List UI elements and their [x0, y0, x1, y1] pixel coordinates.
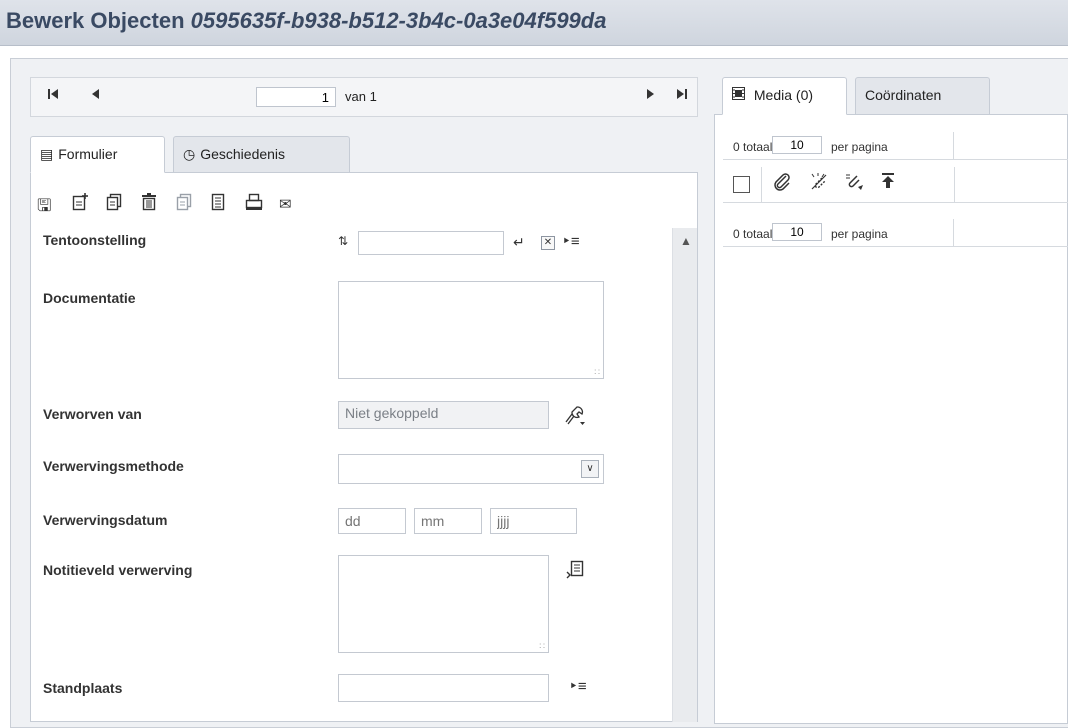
- scroll-up-icon[interactable]: ▲: [680, 234, 692, 248]
- upload-icon[interactable]: [881, 173, 895, 194]
- next-page-icon[interactable]: [645, 87, 655, 104]
- email-icon[interactable]: ✉: [279, 195, 292, 213]
- date-day-input[interactable]: [338, 508, 406, 534]
- sort-icon[interactable]: ⇅: [338, 234, 348, 248]
- clear-icon[interactable]: ✕: [541, 236, 555, 250]
- documentation-label: Documentatie: [43, 290, 136, 306]
- detach-icon[interactable]: [809, 173, 829, 196]
- delete-icon[interactable]: [141, 193, 157, 216]
- acquisition-note-textarea[interactable]: ∷: [338, 555, 549, 653]
- copy-record-icon[interactable]: [106, 193, 122, 216]
- media-pager-top: 0 totaal per pagina: [723, 132, 1068, 160]
- tab-media[interactable]: Media (0): [722, 77, 847, 115]
- exhibition-label: Tentoonstelling: [43, 232, 147, 248]
- chevron-down-icon[interactable]: ∨: [581, 460, 599, 478]
- print-icon[interactable]: [245, 193, 263, 216]
- record-id: 0595635f-b938-b512-3b4c-0a3e04f599da: [190, 8, 607, 33]
- form-icon: ▤: [40, 146, 54, 162]
- film-icon: [732, 87, 749, 103]
- record-navigator: van 1: [30, 77, 698, 117]
- media-panel: [714, 114, 1068, 724]
- acquired-from-label: Verworven van: [43, 406, 142, 422]
- paste-icon: [176, 193, 192, 216]
- acquired-from-value: Niet gekoppeld: [345, 405, 439, 421]
- per-page-label: per pagina: [831, 140, 888, 154]
- form-scrollbar[interactable]: ▲: [672, 228, 697, 722]
- title-bar: Bewerk Objecten 0595635f-b938-b512-3b4c-…: [0, 0, 1068, 46]
- resize-grip-icon[interactable]: ∷: [594, 368, 600, 377]
- save-icon[interactable]: 🖫: [37, 193, 51, 222]
- page-title-prefix: Bewerk Objecten: [6, 8, 185, 33]
- first-page-icon[interactable]: [47, 87, 59, 104]
- tab-formulier[interactable]: ▤ Formulier: [30, 136, 165, 173]
- acquisition-date-label: Verwervingsdatum: [43, 512, 168, 528]
- edit-link-icon[interactable]: [563, 405, 585, 432]
- per-page-label-bottom: per pagina: [831, 227, 888, 241]
- tab-coordinaten-label: Coördinaten: [865, 87, 942, 103]
- page-number-input[interactable]: [256, 87, 336, 107]
- media-total-bottom: 0 totaal: [733, 227, 773, 241]
- page-title: Bewerk Objecten 0595635f-b938-b512-3b4c-…: [6, 8, 606, 34]
- acquisition-method-label: Verwervingsmethode: [43, 458, 184, 474]
- link-return-icon[interactable]: ↵: [513, 234, 525, 251]
- per-page-input-bottom[interactable]: [772, 223, 822, 241]
- page-count-label: van 1: [345, 89, 377, 104]
- tab-geschiedenis-label: Geschiedenis: [200, 146, 286, 162]
- per-page-input[interactable]: [772, 136, 822, 154]
- media-pager-bottom: 0 totaal per pagina: [723, 219, 1068, 247]
- edit-attachment-icon[interactable]: [845, 173, 865, 196]
- select-all-checkbox[interactable]: [733, 176, 750, 193]
- list-menu-icon[interactable]: ‣≡: [562, 232, 580, 250]
- attach-icon[interactable]: [773, 173, 791, 196]
- exhibition-input[interactable]: [358, 231, 504, 255]
- tab-coordinaten[interactable]: Coördinaten: [855, 77, 990, 115]
- tab-geschiedenis[interactable]: ◷ Geschiedenis: [173, 136, 350, 173]
- tab-media-label: Media (0): [753, 87, 814, 103]
- history-icon: ◷: [183, 146, 196, 162]
- date-month-input[interactable]: [414, 508, 482, 534]
- date-year-input[interactable]: [490, 508, 577, 534]
- note-insert-icon[interactable]: [566, 560, 584, 584]
- documentation-textarea[interactable]: ∷: [338, 281, 604, 379]
- divider: [954, 167, 955, 203]
- divider: [953, 219, 954, 246]
- acquired-from-field: Niet gekoppeld: [338, 401, 549, 429]
- location-label: Standplaats: [43, 680, 123, 696]
- divider: [953, 132, 954, 159]
- resize-grip-icon[interactable]: ∷: [539, 642, 545, 651]
- acquisition-note-label: Notitieveld verwerving: [43, 562, 193, 578]
- acquisition-method-select[interactable]: ∨: [338, 454, 604, 484]
- list-menu-icon[interactable]: ‣≡: [569, 677, 587, 695]
- location-input[interactable]: [338, 674, 549, 702]
- divider: [761, 167, 762, 203]
- media-toolbar: [723, 167, 1068, 203]
- notes-icon[interactable]: [210, 193, 226, 216]
- previous-page-icon[interactable]: [91, 87, 101, 104]
- new-record-icon[interactable]: [72, 193, 88, 216]
- tab-formulier-label: Formulier: [58, 146, 118, 162]
- last-page-icon[interactable]: [676, 87, 688, 104]
- media-total: 0 totaal: [733, 140, 773, 154]
